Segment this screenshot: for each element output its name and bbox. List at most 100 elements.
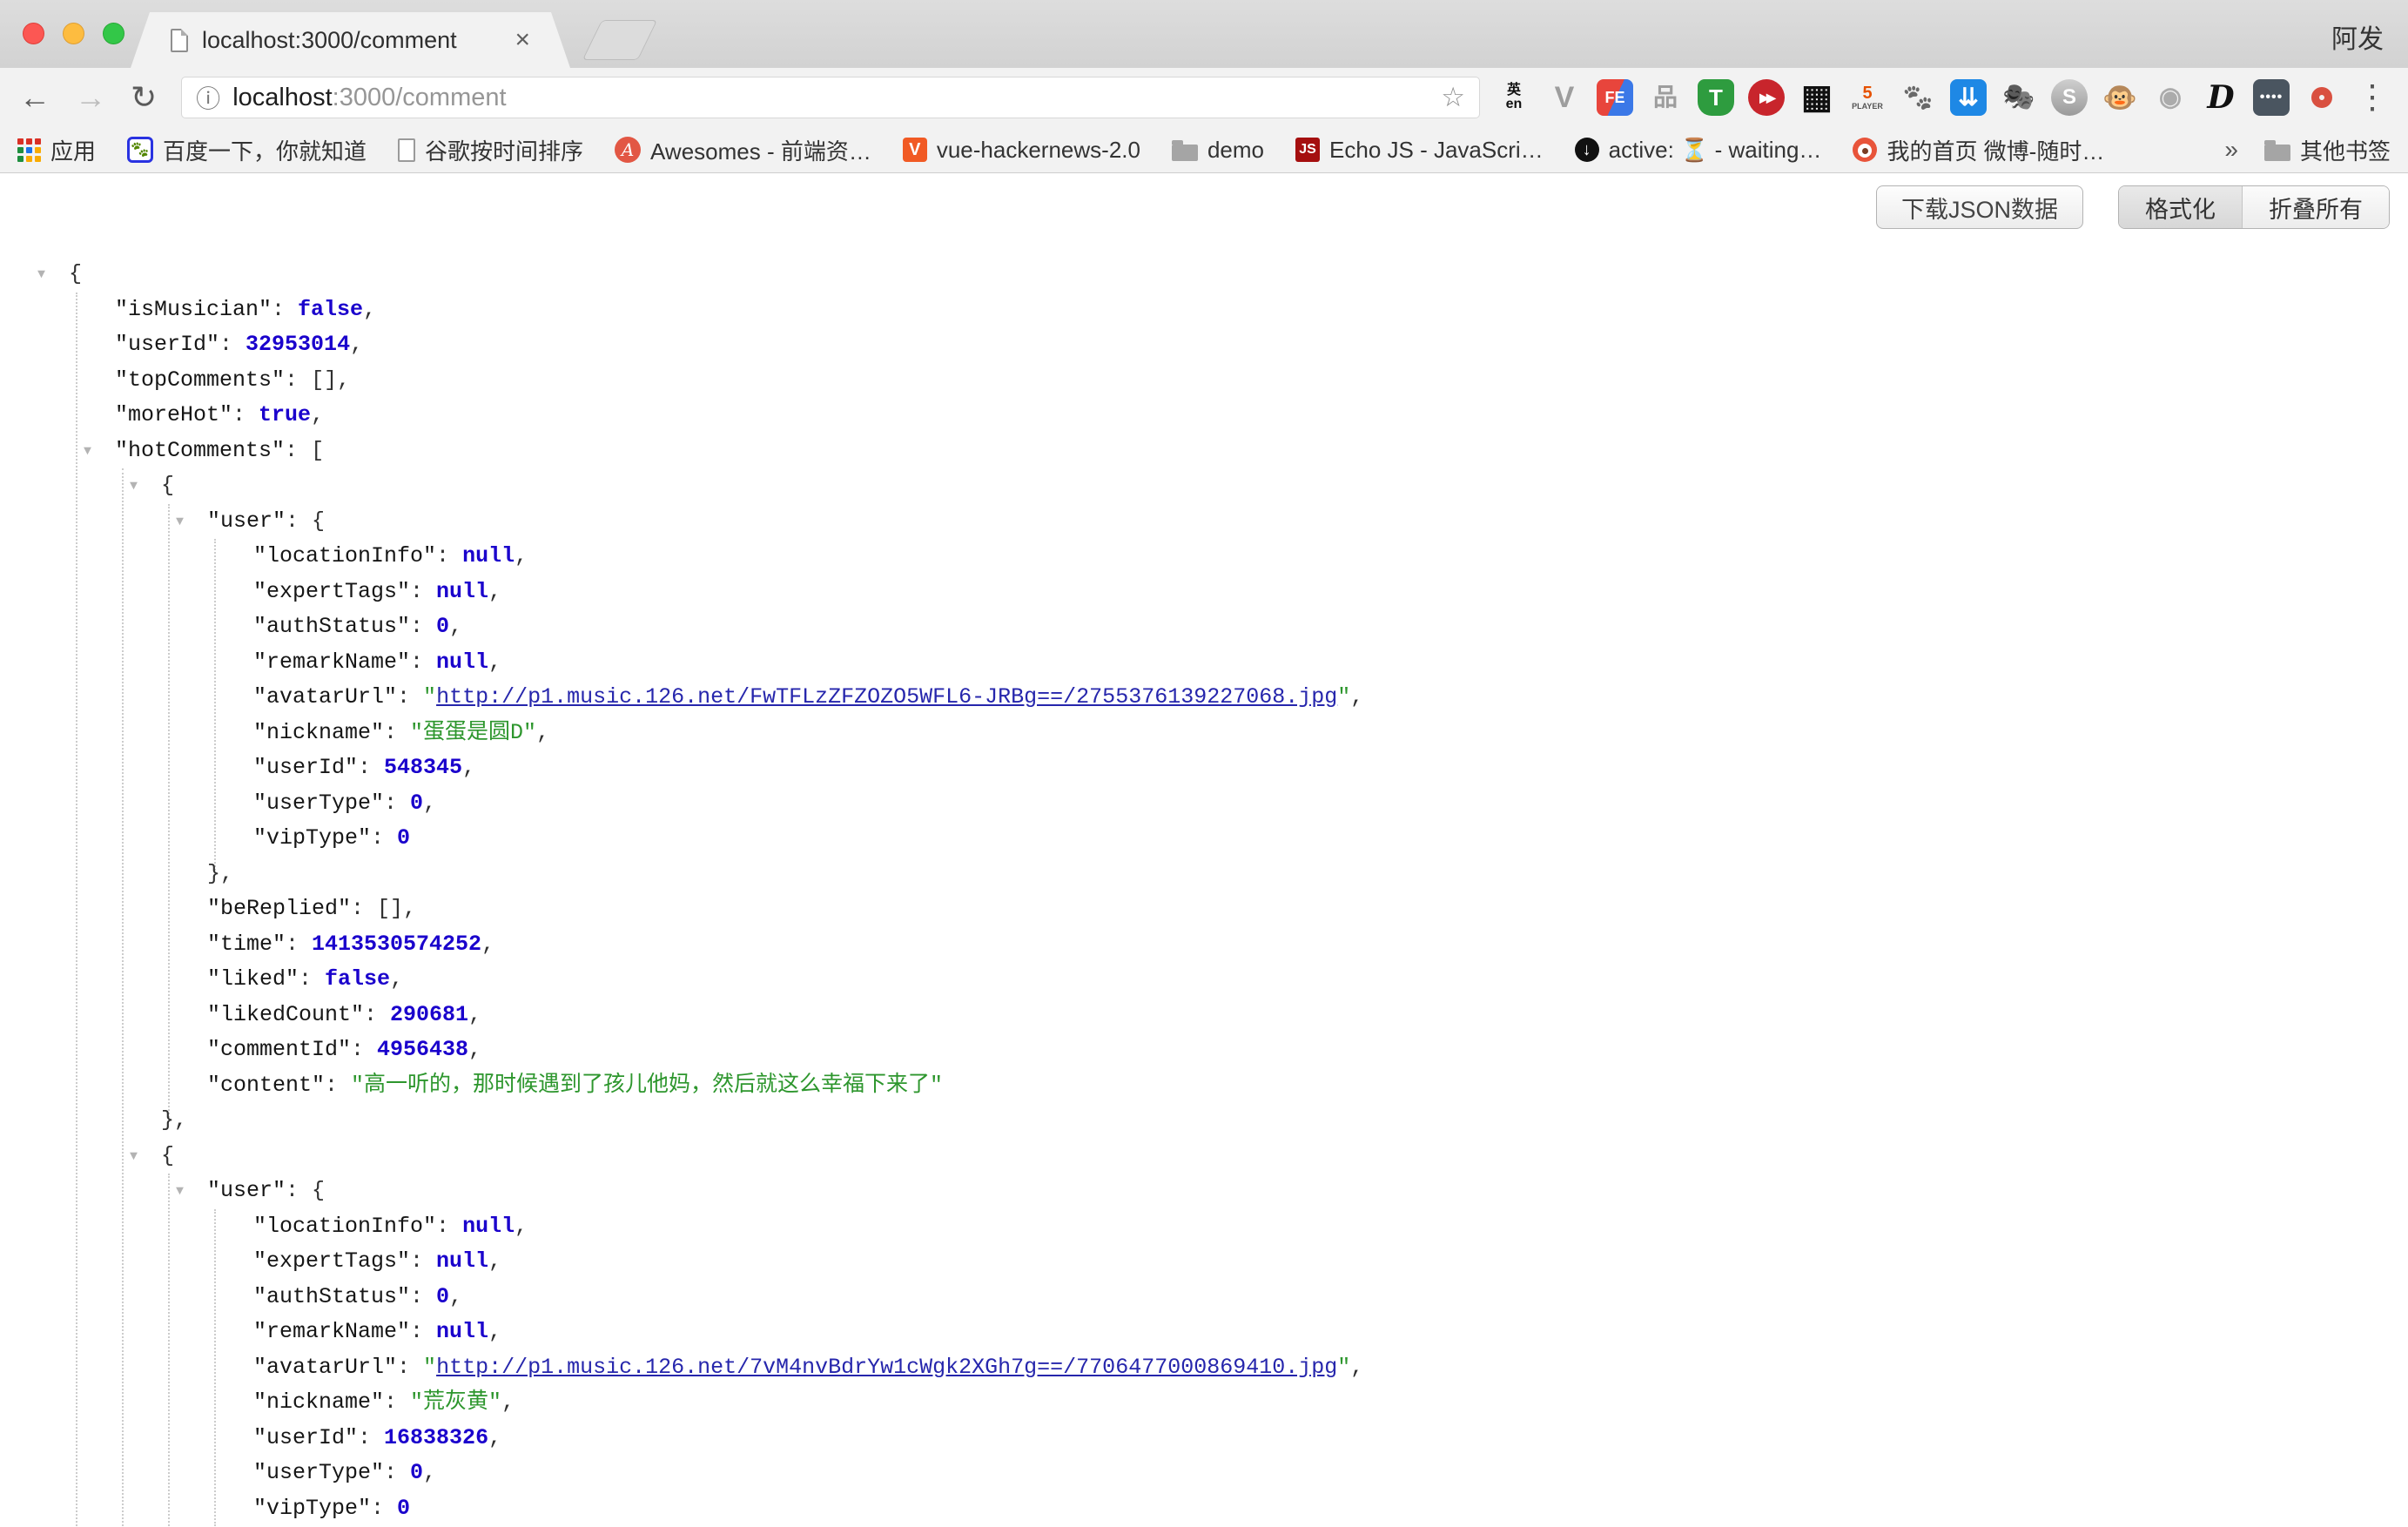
json-key: "beReplied"	[207, 896, 351, 921]
json-value: 290681	[390, 1002, 468, 1027]
json-line: "beReplied": [],	[0, 891, 2408, 927]
profile-name: 阿发	[2331, 17, 2384, 56]
bookmark-item[interactable]: 谷歌按时间排序	[398, 134, 583, 166]
browser-tab[interactable]: localhost:3000/comment ×	[131, 12, 570, 68]
bookmark-item[interactable]: Vvue-hackernews-2.0	[903, 137, 1140, 164]
zoom-window-button[interactable]	[103, 23, 124, 44]
weibo-glyph: ◉	[2159, 84, 2182, 111]
json-value: "荒灰黄"	[410, 1389, 501, 1415]
address-bar[interactable]: ⓘ localhost:3000/comment ☆	[181, 77, 1480, 118]
json-colon: :	[371, 825, 397, 851]
json-comma: ,	[449, 1284, 462, 1309]
tampermonkey-beta-extension-icon[interactable]: T	[1698, 79, 1734, 116]
collapse-toggle-icon[interactable]: ▼	[84, 434, 91, 470]
bookmark-item[interactable]: ↓active: ⏳ - waiting…	[1575, 137, 1822, 164]
json-key: "userId"	[115, 332, 219, 357]
new-tab-button[interactable]	[582, 20, 657, 60]
json-key: "liked"	[207, 966, 299, 992]
json-key: "avatarUrl"	[253, 684, 397, 710]
json-value: 0	[436, 614, 449, 639]
bookmark-label: demo	[1207, 137, 1264, 164]
weibo-icon	[1853, 138, 1877, 162]
close-window-button[interactable]	[23, 23, 44, 44]
collapse-toggle-icon[interactable]: ▼	[176, 1174, 184, 1210]
json-comma: ,	[481, 932, 494, 957]
minimize-window-button[interactable]	[63, 23, 84, 44]
proxy-mask-extension-icon[interactable]: 🎭	[2001, 79, 2037, 116]
chrome-menu-icon[interactable]: ⋮	[2356, 81, 2389, 114]
bookmarks-overflow-icon[interactable]: »	[2224, 136, 2238, 164]
json-key: "vipType"	[253, 825, 371, 851]
json-key: "user"	[207, 508, 286, 534]
json-colon: :	[436, 1214, 462, 1239]
sitemap-extension-icon[interactable]: 品	[1647, 79, 1684, 116]
html5-player-extension-icon[interactable]: 5PLAYER	[1849, 79, 1886, 116]
bookmark-label: 我的首页 微博-随时…	[1887, 134, 2104, 166]
bookmark-item[interactable]: JSEcho JS - JavaScri…	[1295, 137, 1544, 164]
weibo-extension-icon[interactable]: ◉	[2152, 79, 2189, 116]
json-key: "avatarUrl"	[253, 1355, 397, 1380]
bookmark-item[interactable]: 我的首页 微博-随时…	[1853, 134, 2104, 166]
paw-extension-icon[interactable]: 🐾	[1900, 79, 1936, 116]
bookmark-label: 谷歌按时间排序	[425, 134, 583, 166]
json-colon: :	[286, 932, 312, 957]
format-button[interactable]: 格式化	[2119, 186, 2242, 228]
page-info-icon[interactable]: ⓘ	[196, 80, 220, 115]
paw-glyph: 🐾	[1903, 85, 1934, 110]
json-comma: ,	[350, 332, 363, 357]
reload-icon[interactable]: ↻	[131, 82, 157, 113]
bookmark-item[interactable]: 🐾 百度一下，你就知道	[127, 134, 367, 166]
back-icon[interactable]: ←	[19, 82, 50, 113]
json-value: [	[311, 438, 324, 463]
tab-title: localhost:3000/comment	[202, 27, 457, 54]
json-url-link[interactable]: http://p1.music.126.net/7vM4nvBdrYw1cWgk…	[436, 1355, 1337, 1380]
json-comma: ,	[536, 720, 549, 745]
bookmark-item[interactable]: AAwesomes - 前端资…	[615, 134, 871, 166]
collapse-toggle-icon[interactable]: ▼	[130, 469, 138, 505]
fehelper-extension-icon[interactable]: FE	[1597, 79, 1633, 116]
collapse-all-button[interactable]: 折叠所有	[2242, 186, 2389, 228]
proxy-mask-glyph: 🎭	[2002, 84, 2035, 111]
bookmark-star-icon[interactable]: ☆	[1441, 82, 1465, 113]
tab-close-icon[interactable]: ×	[515, 27, 530, 53]
json-colon: :	[384, 790, 410, 816]
tampermonkey-extension-icon[interactable]: 🐵	[2102, 79, 2138, 116]
json-url-link[interactable]: http://p1.music.126.net/FwTFLzZFZOZO5WFL…	[436, 684, 1337, 710]
collapse-toggle-icon[interactable]: ▼	[176, 505, 184, 541]
json-key: "likedCount"	[207, 1002, 364, 1027]
collapse-toggle-icon[interactable]: ▼	[37, 258, 45, 293]
json-line: ▼{	[0, 1139, 2408, 1174]
awesomes-icon: A	[615, 137, 641, 163]
json-comma: ,	[501, 1389, 515, 1415]
json-key: "vipType"	[253, 1496, 371, 1521]
vimium-extension-icon[interactable]: V	[1546, 79, 1583, 116]
fehelper-glyph: FE	[1604, 90, 1624, 105]
other-bookmarks-folder[interactable]: 其他书签	[2264, 134, 2391, 166]
bookmarks-list: 应用 🐾 百度一下，你就知道 谷歌按时间排序 AAwesomes - 前端资… Vvue-…	[17, 134, 2136, 166]
json-value: 32953014	[246, 332, 350, 357]
translate-extension-icon[interactable]: 英 en	[1496, 79, 1532, 116]
switchy-omega-extension-icon[interactable]	[2304, 79, 2340, 116]
downloader-extension-icon[interactable]: ⇊	[1950, 79, 1987, 116]
json-line: "remarkName": null,	[0, 1315, 2408, 1350]
json-comma: ,	[363, 297, 376, 322]
bookmark-item[interactable]: demo	[1172, 137, 1264, 164]
s-tool-extension-icon[interactable]: S	[2051, 79, 2088, 116]
qrcode-extension-icon[interactable]: ▦	[1799, 79, 1835, 116]
d-tool-extension-icon[interactable]: D	[2203, 79, 2239, 116]
json-line: ▼{	[0, 257, 2408, 293]
bookmark-item[interactable]: 应用	[17, 134, 96, 166]
baidu-icon: 🐾	[127, 137, 153, 163]
tampermonkey-beta-glyph: T	[1709, 86, 1723, 109]
dots-extension-icon[interactable]: ••••	[2253, 79, 2290, 116]
url-path: :3000/comment	[333, 84, 507, 111]
collapse-toggle-icon[interactable]: ▼	[130, 1140, 138, 1175]
json-line: ▼"user": {	[0, 504, 2408, 540]
json-line: "nickname": "蛋蛋是圆D",	[0, 716, 2408, 751]
page-icon	[398, 138, 415, 162]
bookmark-label: 百度一下，你就知道	[163, 134, 367, 166]
video-dl-extension-icon[interactable]: ▶▶	[1748, 79, 1785, 116]
forward-icon[interactable]: →	[75, 82, 106, 113]
download-json-button[interactable]: 下载JSON数据	[1876, 185, 2083, 229]
qrcode-glyph: ▦	[1801, 81, 1833, 114]
